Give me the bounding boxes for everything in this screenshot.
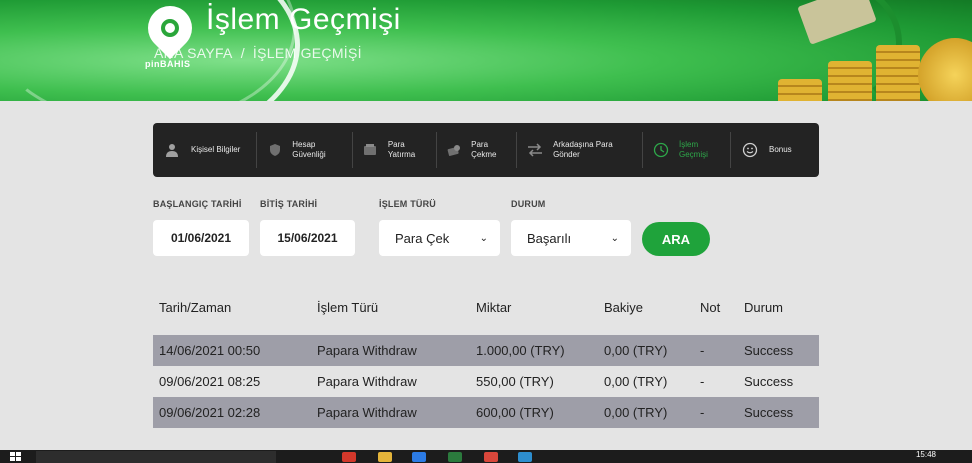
table-cell: Papara Withdraw: [317, 374, 417, 389]
tab-bonus[interactable]: Bonus: [731, 132, 811, 168]
telegram-icon[interactable]: [518, 452, 532, 462]
table-cell: 14/06/2021 00:50: [159, 343, 261, 358]
account-nav: Kişisel Bilgiler Hesap Güvenliği Para Ya…: [153, 123, 819, 177]
table-cell: Papara Withdraw: [317, 343, 417, 358]
header-banner: pinBAHIS İşlem Geçmişi ANA SAYFA / İŞLEM G…: [0, 0, 972, 101]
column-header: Not: [700, 299, 721, 315]
breadcrumb-home[interactable]: ANA SAYFA: [154, 45, 233, 61]
tab-label: Bonus: [769, 145, 792, 154]
column-header: Bakiye: [604, 299, 644, 315]
table-cell: Success: [744, 405, 794, 420]
tab-label: Para Yatırma: [387, 140, 416, 159]
start-date-input[interactable]: 01/06/2021: [153, 220, 249, 256]
table-header-row: Tarih/Zaman İşlem Türü Miktar Bakiye Not…: [153, 291, 819, 323]
tab-label: Hesap Güvenliği: [292, 140, 326, 159]
smile-icon: [741, 141, 759, 159]
coin-icon: [918, 38, 972, 101]
column-header: Tarih/Zaman: [159, 299, 232, 315]
shield-icon: [267, 141, 282, 159]
column-header: Miktar: [476, 299, 512, 315]
search-button[interactable]: ARA: [642, 222, 710, 256]
table-cell: -: [700, 405, 705, 420]
folder-icon[interactable]: [378, 452, 392, 462]
coins-illustration: [732, 0, 972, 101]
transaction-table: Tarih/Zaman İşlem Türü Miktar Bakiye Not…: [153, 291, 819, 428]
table-cell: 550,00 (TRY): [476, 374, 554, 389]
tab-hesap-guvenligi[interactable]: Hesap Güvenliği: [257, 132, 353, 168]
table-cell: 0,00 (TRY): [604, 343, 668, 358]
opera-icon[interactable]: [342, 452, 356, 462]
table-cell: 600,00 (TRY): [476, 405, 554, 420]
table-cell: Success: [744, 343, 794, 358]
tab-label: Para Çekme: [471, 140, 497, 159]
table-row: 14/06/2021 00:50 Papara Withdraw 1.000,0…: [153, 335, 819, 366]
table-row: 09/06/2021 02:28 Papara Withdraw 600,00 …: [153, 397, 819, 428]
tab-arkadasina-para-gonder[interactable]: Arkadaşına Para Gönder: [517, 132, 643, 168]
chrome-icon[interactable]: [484, 452, 498, 462]
end-date-label: BİTİŞ TARİHİ: [260, 199, 318, 209]
table-cell: 1.000,00 (TRY): [476, 343, 565, 358]
windows-start-icon[interactable]: [10, 452, 22, 461]
end-date-input[interactable]: 15/06/2021: [260, 220, 355, 256]
edge-icon[interactable]: [412, 452, 426, 462]
table-cell: 09/06/2021 08:25: [159, 374, 261, 389]
tab-label: Arkadaşına Para Gönder: [553, 140, 613, 159]
tab-label: İşlem Geçmişi: [679, 140, 708, 159]
start-date-label: BAŞLANGIÇ TARİHİ: [153, 199, 242, 209]
table-cell: -: [700, 374, 705, 389]
wallet-icon: [363, 141, 378, 159]
column-header: Durum: [744, 299, 784, 315]
table-cell: 0,00 (TRY): [604, 374, 668, 389]
page-title: İşlem Geçmişi: [206, 3, 401, 36]
tab-islem-gecmisi[interactable]: İşlem Geçmişi: [643, 132, 731, 168]
chevron-down-icon: ⌄: [479, 232, 488, 244]
status-label: DURUM: [511, 199, 546, 209]
transaction-type-select[interactable]: Para Çek ⌄: [379, 220, 500, 256]
breadcrumb-current: İŞLEM GEÇMİŞİ: [252, 45, 362, 61]
os-taskbar: 15:48: [0, 450, 972, 463]
transaction-type-value: Para Çek: [395, 230, 450, 246]
user-icon: [163, 141, 181, 159]
start-date-value: 01/06/2021: [170, 231, 232, 245]
breadcrumb-separator: /: [240, 45, 245, 61]
taskbar-clock[interactable]: 15:48: [916, 450, 936, 459]
transaction-type-label: İŞLEM TÜRÜ: [379, 199, 436, 209]
breadcrumb: ANA SAYFA / İŞLEM GEÇMİŞİ: [154, 45, 362, 61]
end-date-value: 15/06/2021: [277, 231, 338, 245]
chevron-down-icon: ⌄: [610, 232, 619, 244]
column-header: İşlem Türü: [317, 299, 379, 315]
table-cell: Papara Withdraw: [317, 405, 417, 420]
table-cell: 09/06/2021 02:28: [159, 405, 261, 420]
tab-label: Kişisel Bilgiler: [191, 145, 241, 154]
tab-para-yatirma[interactable]: Para Yatırma: [353, 132, 437, 168]
table-cell: 0,00 (TRY): [604, 405, 668, 420]
tab-kisisel-bilgiler[interactable]: Kişisel Bilgiler: [153, 132, 257, 168]
table-cell: Success: [744, 374, 794, 389]
table-cell: -: [700, 343, 705, 358]
transfer-icon: [527, 141, 543, 159]
history-icon: [653, 141, 669, 159]
status-value: Başarılı: [527, 230, 572, 246]
taskbar-search[interactable]: [36, 451, 276, 463]
tab-para-cekme[interactable]: Para Çekme: [437, 132, 517, 168]
site-logo[interactable]: pinBAHIS: [138, 0, 202, 76]
table-row: 09/06/2021 08:25 Papara Withdraw 550,00 …: [153, 366, 819, 397]
cash-icon: [447, 141, 461, 159]
calculator-icon[interactable]: [448, 452, 462, 462]
status-select[interactable]: Başarılı ⌄: [511, 220, 631, 256]
